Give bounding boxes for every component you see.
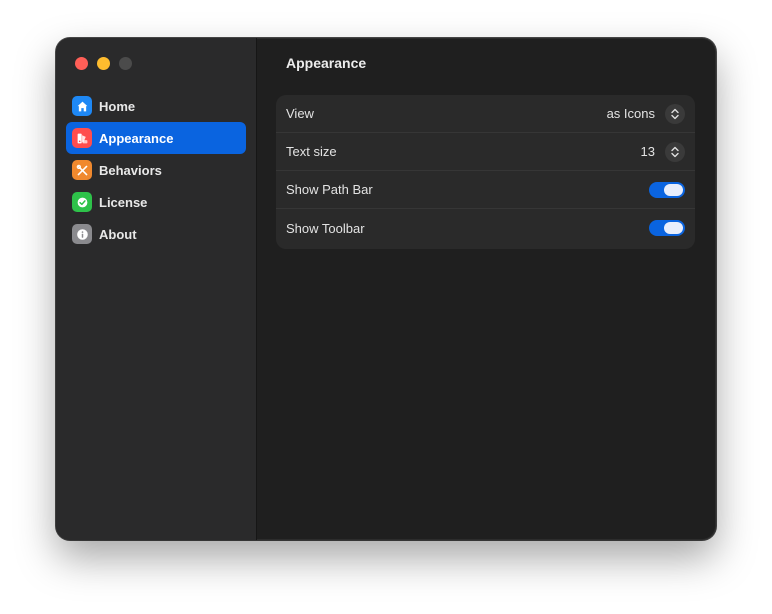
chevron-updown-icon (671, 108, 679, 119)
preferences-window: Home Appearance Behaviors License About … (56, 38, 716, 540)
setting-row-text-size: Text size 13 (276, 133, 695, 171)
sidebar-item-home[interactable]: Home (66, 90, 246, 122)
text-size-label: Text size (286, 144, 337, 159)
view-value[interactable]: as Icons (607, 106, 655, 121)
minimize-button[interactable] (97, 57, 110, 70)
view-popup-button[interactable] (665, 103, 685, 124)
close-button[interactable] (75, 57, 88, 70)
show-path-bar-label: Show Path Bar (286, 182, 373, 197)
sidebar-item-label: Behaviors (99, 162, 162, 178)
checkmark-seal-icon (72, 192, 92, 212)
palette-icon (72, 128, 92, 148)
sidebar-item-behaviors[interactable]: Behaviors (66, 154, 246, 186)
chevron-updown-icon (671, 146, 679, 157)
house-icon (72, 96, 92, 116)
tools-icon (72, 160, 92, 180)
setting-row-view: View as Icons (276, 95, 695, 133)
settings-panel: View as Icons Text size 13 Show Path Bar (276, 95, 695, 249)
sidebar-item-label: Appearance (99, 130, 174, 146)
view-label: View (286, 106, 314, 121)
zoom-button[interactable] (119, 57, 132, 70)
sidebar-item-label: License (99, 194, 148, 210)
sidebar-item-label: About (99, 226, 137, 242)
show-toolbar-label: Show Toolbar (286, 220, 365, 236)
sidebar-item-appearance[interactable]: Appearance (66, 122, 246, 154)
text-size-value[interactable]: 13 (641, 144, 655, 159)
show-path-bar-toggle[interactable] (649, 181, 685, 198)
sidebar-item-license[interactable]: License (66, 186, 246, 218)
sidebar: Home Appearance Behaviors License About (56, 38, 257, 540)
toggle-knob (664, 183, 683, 196)
text-size-stepper[interactable] (665, 141, 685, 162)
page-title: Appearance (286, 55, 367, 71)
show-toolbar-toggle[interactable] (649, 220, 685, 236)
info-icon (72, 224, 92, 244)
setting-row-show-toolbar: Show Toolbar (276, 209, 695, 247)
sidebar-item-about[interactable]: About (66, 218, 246, 250)
sidebar-nav: Home Appearance Behaviors License About (66, 90, 246, 250)
setting-row-show-path-bar: Show Path Bar (276, 171, 695, 209)
sidebar-item-label: Home (99, 98, 136, 114)
toggle-knob (664, 222, 683, 234)
window-controls (75, 57, 132, 70)
